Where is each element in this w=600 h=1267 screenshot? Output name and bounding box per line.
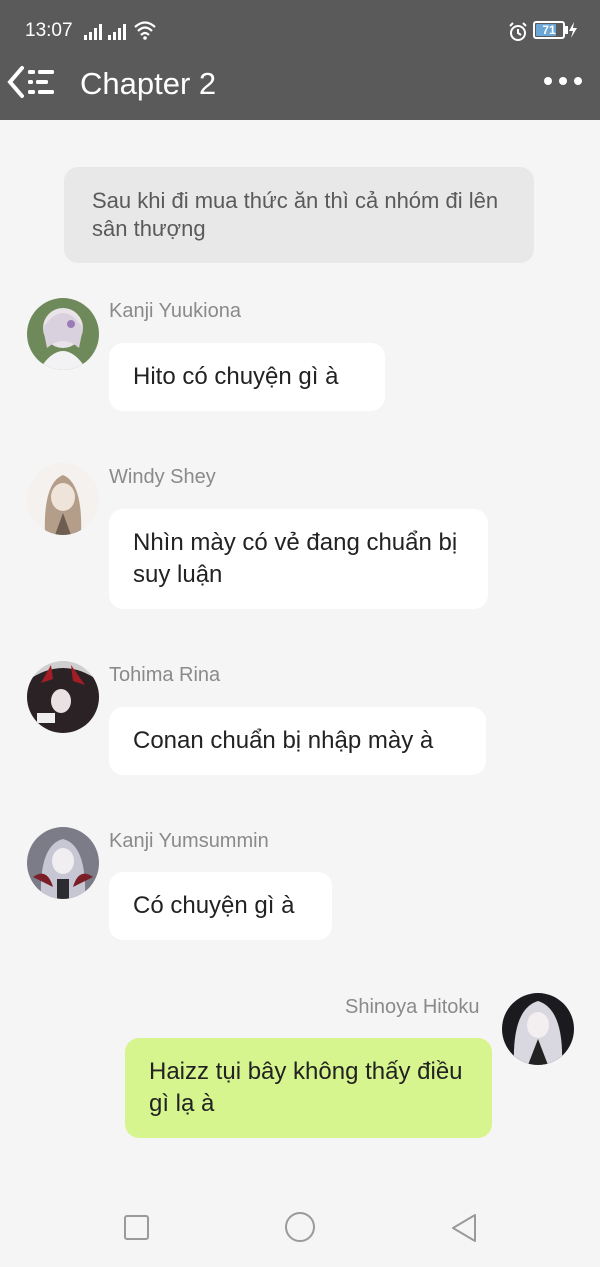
- avatar[interactable]: [27, 827, 99, 899]
- message-bubble-self[interactable]: Haizz tụi bây không thấy điều gì lạ à: [125, 1038, 492, 1138]
- recent-apps-icon[interactable]: [124, 1215, 149, 1240]
- navigation-bar: [0, 1180, 600, 1267]
- sender-name: Kanji Yumsummin: [109, 830, 269, 852]
- message-bubble[interactable]: Có chuyện gì à: [109, 872, 332, 940]
- sender-name: Tohima Rina: [109, 664, 221, 686]
- avatar[interactable]: [27, 661, 99, 733]
- back-icon[interactable]: [450, 1213, 478, 1243]
- avatar[interactable]: [27, 463, 99, 535]
- app-bar: Chapter 2: [0, 58, 600, 120]
- battery-level: 71: [542, 23, 556, 37]
- wifi-icon: [134, 21, 156, 40]
- avatar[interactable]: [27, 298, 99, 370]
- page-title: Chapter 2: [80, 66, 217, 101]
- signal-icon: [84, 24, 126, 40]
- alarm-icon: [509, 22, 527, 41]
- message-bubble[interactable]: Nhìn mày có vẻ đang chuẩn bị suy luận: [109, 509, 488, 609]
- status-time: 13:07: [25, 20, 73, 41]
- message-bubble[interactable]: Conan chuẩn bị nhập mày à: [109, 707, 486, 775]
- back-list-icon[interactable]: [6, 64, 60, 100]
- sender-name: Shinoya Hitoku: [345, 996, 480, 1018]
- chat-area[interactable]: Sau khi đi mua thức ăn thì cả nhóm đi lê…: [0, 120, 600, 1180]
- sender-name: Windy Shey: [109, 466, 216, 488]
- more-icon[interactable]: [540, 66, 586, 96]
- home-icon[interactable]: [285, 1212, 315, 1242]
- narration-bubble: Sau khi đi mua thức ăn thì cả nhóm đi lê…: [64, 167, 534, 263]
- avatar[interactable]: [502, 993, 574, 1065]
- charging-icon: [569, 22, 577, 38]
- battery-icon: 71: [533, 21, 565, 39]
- sender-name: Kanji Yuukiona: [109, 300, 241, 322]
- status-bar: 13:07 71: [0, 0, 600, 58]
- message-bubble[interactable]: Hito có chuyện gì à: [109, 343, 385, 411]
